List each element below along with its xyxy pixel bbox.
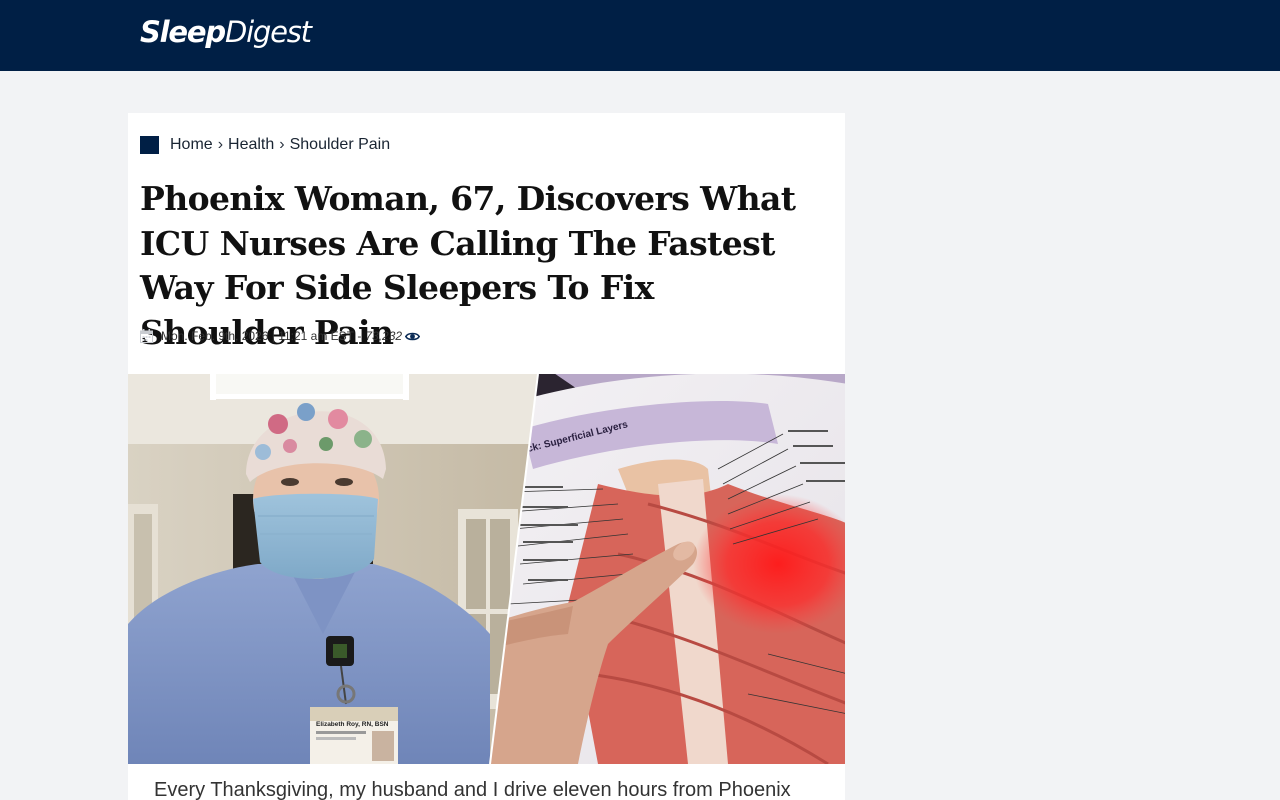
hero-image: Elizabeth Roy, RN, BSN ck: Superficial L…: [128, 374, 845, 764]
nurse-photo: Elizabeth Roy, RN, BSN: [128, 374, 538, 764]
breadcrumb-shoulder-pain[interactable]: Shoulder Pain: [290, 136, 391, 154]
eye-icon: [405, 332, 421, 340]
article-meta: Mon. Feb. 9th, 2026 | 11:21 am EST - 73,…: [140, 327, 421, 345]
article-body-first-line: Every Thanksgiving, my husband and I dri…: [154, 779, 791, 800]
anatomy-book-photo: ck: Superficial Layers: [490, 374, 845, 764]
hero-illustration: Elizabeth Roy, RN, BSN ck: Superficial L…: [128, 374, 845, 764]
breadcrumb: Home › Health › Shoulder Pain: [140, 135, 390, 155]
site-logo[interactable]: SleepDigest: [140, 15, 312, 49]
calendar-icon: [140, 329, 153, 343]
meta-dash: -: [354, 329, 362, 343]
breadcrumb-separator: ›: [279, 136, 285, 153]
breadcrumb-health[interactable]: Health: [228, 136, 274, 154]
meta-divider: |: [268, 329, 279, 343]
article-date: Mon. Feb. 9th, 2026: [161, 329, 269, 343]
badge-name: Elizabeth Roy, RN, BSN: [316, 721, 389, 728]
article-time: 11:21 am EST: [278, 329, 355, 343]
site-header: SleepDigest: [0, 0, 1280, 71]
breadcrumb-home[interactable]: Home: [170, 136, 213, 154]
article-card: Home › Health › Shoulder Pain Phoenix Wo…: [128, 113, 845, 800]
view-count: 73,232: [365, 329, 403, 343]
breadcrumb-square-icon: [140, 136, 159, 154]
breadcrumb-separator: ›: [217, 136, 224, 153]
